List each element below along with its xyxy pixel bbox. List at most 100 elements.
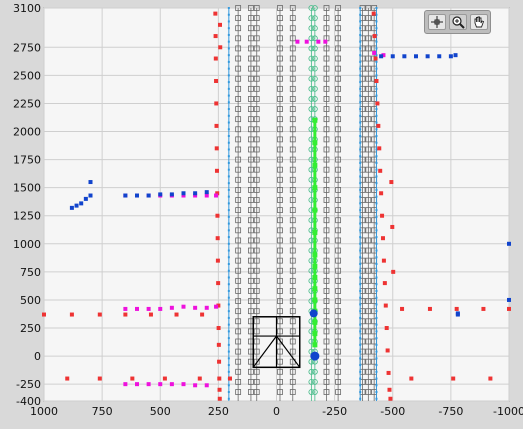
boundary-marker (227, 74, 230, 77)
magenta-point (204, 305, 209, 310)
blue-point (79, 201, 84, 206)
boundary-marker (375, 47, 378, 50)
boundary-marker (375, 269, 378, 272)
boundary-marker (375, 74, 378, 77)
red-point (488, 376, 493, 381)
red-point (400, 306, 405, 311)
boundary-marker (227, 67, 230, 70)
red-point (409, 376, 414, 381)
boundary-marker (359, 188, 362, 191)
boundary-marker (359, 343, 362, 346)
blue-point (88, 180, 93, 185)
boundary-marker (375, 283, 378, 286)
boundary-marker (227, 209, 230, 212)
red-point (218, 22, 223, 27)
boundary-marker (359, 94, 362, 97)
red-point (42, 312, 46, 317)
boundary-marker (375, 141, 378, 144)
boundary-marker (359, 121, 362, 124)
y-tick-label: 2000 (13, 126, 41, 139)
boundary-marker (359, 249, 362, 252)
blue-point (88, 193, 93, 198)
boundary-marker (359, 27, 362, 30)
blue-point (414, 54, 418, 59)
boundary-marker (375, 337, 378, 340)
boundary-marker (359, 229, 362, 232)
boundary-marker (375, 94, 378, 97)
boundary-marker (375, 350, 378, 353)
boundary-marker (375, 215, 378, 218)
boundary-marker (375, 384, 378, 387)
magenta-point (158, 306, 163, 311)
magenta-point (193, 305, 198, 310)
boundary-marker (227, 13, 230, 16)
boundary-marker (359, 74, 362, 77)
x-tick-label: 0 (273, 405, 280, 418)
blue-point (123, 193, 128, 198)
y-tick-label: 750 (20, 266, 41, 279)
boundary-marker (359, 7, 362, 9)
magenta-point (295, 39, 300, 44)
boundary-marker (359, 289, 362, 292)
magenta-point (193, 383, 198, 388)
graph-palette (424, 10, 491, 34)
magenta-point (204, 383, 209, 388)
boundary-marker (359, 296, 362, 299)
x-tick-label: 250 (208, 405, 229, 418)
x-tick-label: 750 (92, 405, 113, 418)
boundary-marker (359, 67, 362, 70)
red-point (148, 312, 153, 317)
pan-tool[interactable] (470, 14, 488, 30)
red-point (383, 303, 388, 308)
boundary-marker (375, 161, 378, 164)
plot-area[interactable]: 1000 750 500 250 0 -250 -500 -750 -1000310027502… (0, 0, 523, 429)
boundary-marker (375, 357, 378, 360)
boundary-marker (375, 188, 378, 191)
boundary-marker (227, 202, 230, 205)
boundary-marker (375, 60, 378, 63)
boundary-marker (359, 397, 362, 400)
boundary-marker (359, 323, 362, 326)
x-tick-label: -250 (322, 405, 347, 418)
boundary-marker (227, 283, 230, 286)
magenta-point (146, 306, 151, 311)
boundary-marker (227, 310, 230, 313)
boundary-marker (375, 256, 378, 259)
boundary-marker (359, 269, 362, 272)
boundary-marker (375, 222, 378, 225)
boundary-marker (359, 40, 362, 43)
magenta-point (181, 382, 186, 387)
y-tick-label: 250 (20, 322, 41, 335)
boundary-marker (227, 20, 230, 23)
boundary-marker (227, 161, 230, 164)
magenta-point (158, 382, 163, 387)
blue-point (69, 205, 74, 210)
red-point (214, 78, 219, 83)
red-point (376, 123, 381, 128)
blue-point (146, 193, 151, 198)
cursor-move-tool[interactable] (428, 14, 446, 30)
boundary-marker (375, 175, 378, 178)
blue-point (507, 297, 511, 302)
boundary-marker (227, 40, 230, 43)
red-point (123, 312, 128, 317)
boundary-marker (375, 242, 378, 245)
red-point (381, 258, 386, 263)
target-marker (309, 309, 318, 318)
y-tick-label: -400 (16, 395, 41, 408)
magenta-point (214, 193, 219, 198)
boundary-marker (227, 108, 230, 111)
zoom-tool[interactable] (449, 14, 467, 30)
boundary-marker (359, 276, 362, 279)
red-point (380, 213, 385, 218)
boundary-marker (375, 289, 378, 292)
boundary-marker (227, 323, 230, 326)
boundary-marker (359, 148, 362, 151)
red-point (162, 376, 167, 381)
y-tick-label: 1000 (13, 238, 41, 251)
red-point (390, 224, 395, 229)
boundary-marker (359, 87, 362, 90)
magenta-point (135, 382, 139, 387)
boundary-marker (359, 256, 362, 259)
boundary-marker (227, 54, 230, 57)
